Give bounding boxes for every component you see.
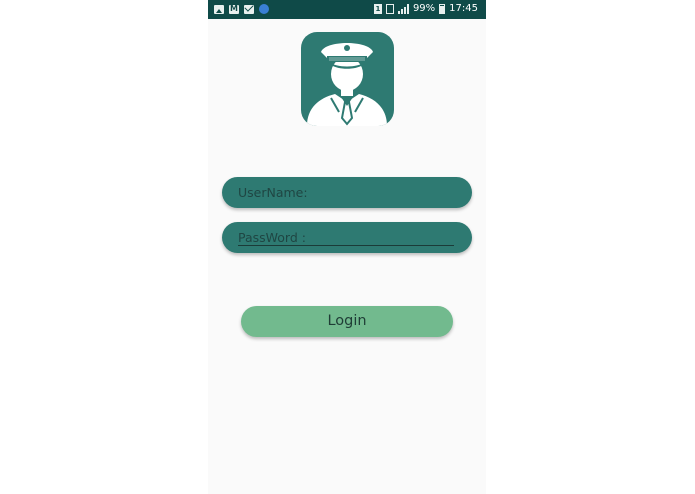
username-field-container	[222, 177, 472, 208]
notification-icons	[214, 4, 269, 14]
battery-percent: 99%	[412, 3, 436, 14]
nfc-icon	[385, 3, 394, 14]
app-notification-icon	[259, 4, 269, 14]
password-field-container	[222, 222, 472, 253]
password-underline	[238, 245, 454, 246]
app-logo	[301, 32, 394, 126]
police-officer-icon	[307, 43, 387, 126]
sim-icon: 1	[373, 3, 382, 14]
phone-screen: 1 99% 17:45	[208, 0, 486, 494]
username-input[interactable]	[238, 182, 454, 202]
clock: 17:45	[449, 3, 478, 14]
system-icons: 1 99% 17:45	[373, 3, 478, 14]
status-bar: 1 99% 17:45	[208, 0, 486, 19]
login-button[interactable]: Login	[241, 306, 453, 337]
signal-icon	[397, 3, 409, 14]
email-icon	[244, 4, 254, 14]
battery-icon	[439, 3, 446, 14]
password-input[interactable]	[238, 227, 454, 247]
gallery-icon	[214, 4, 224, 14]
gmail-icon	[229, 4, 239, 14]
